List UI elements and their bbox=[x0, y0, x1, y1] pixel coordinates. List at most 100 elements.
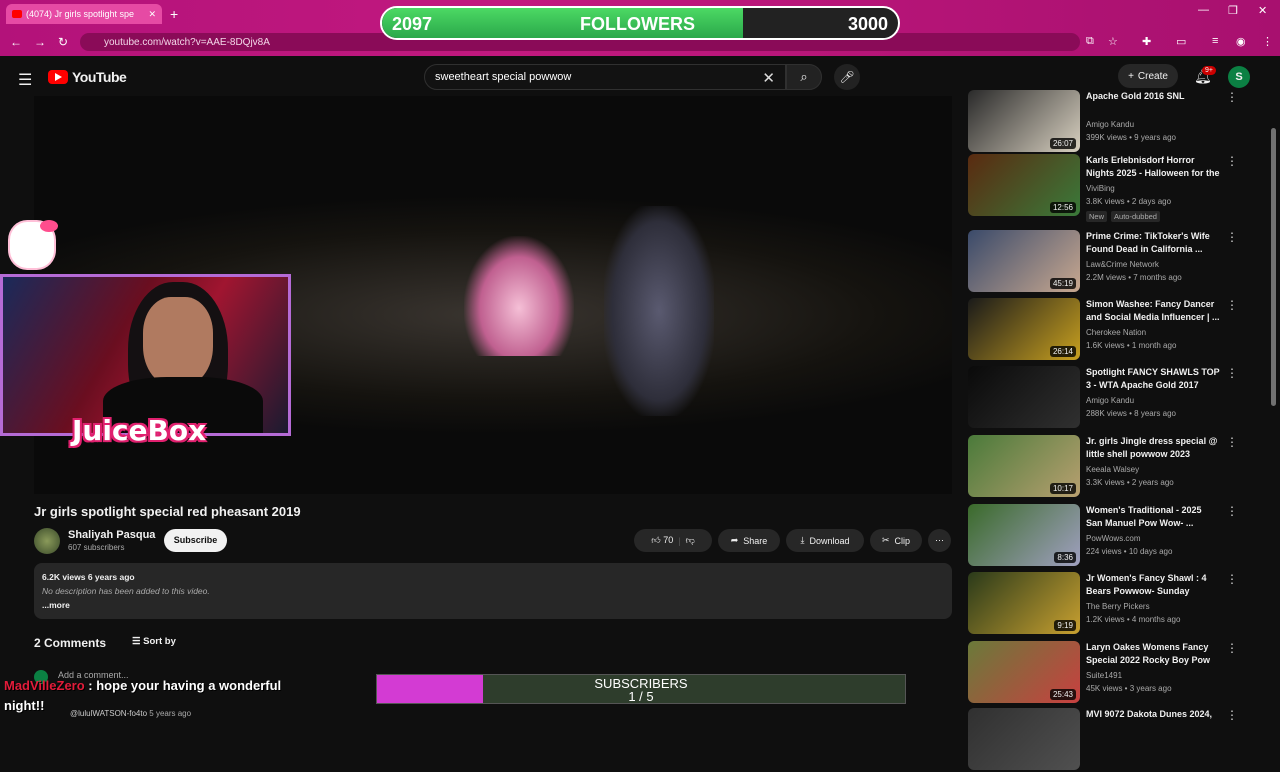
video-thumbnail[interactable]: 8:36 bbox=[968, 504, 1080, 566]
download-button[interactable]: ⤓ Download bbox=[786, 529, 864, 552]
subscribe-button[interactable]: Subscribe bbox=[164, 529, 227, 552]
forward-button[interactable]: → bbox=[34, 35, 46, 49]
share-button[interactable]: ➦ Share bbox=[718, 529, 780, 552]
recommended-video[interactable]: 26:07 Apache Gold 2016 SNL Amigo Kandu 399K… bbox=[968, 90, 1268, 154]
install-icon[interactable]: ⧉ bbox=[1086, 35, 1094, 48]
video-menu-icon[interactable]: ⋮ bbox=[1226, 366, 1238, 380]
back-button[interactable]: ← bbox=[10, 35, 22, 49]
reload-button[interactable]: ↻ bbox=[58, 35, 68, 49]
recommended-video[interactable]: 26:14 Simon Washee: Fancy Dancer and Soci… bbox=[968, 298, 1268, 362]
channel-name[interactable]: Shaliyah Pasqua bbox=[68, 529, 155, 541]
video-title[interactable]: Women's Traditional - 2025 San Manuel Po… bbox=[1086, 504, 1220, 530]
recommended-video[interactable]: Spotlight FANCY SHAWLS TOP 3 - WTA Apach… bbox=[968, 366, 1268, 430]
video-title[interactable]: Apache Gold 2016 SNL bbox=[1086, 90, 1220, 103]
video-menu-icon[interactable]: ⋮ bbox=[1226, 230, 1238, 244]
video-thumbnail[interactable]: 26:14 bbox=[968, 298, 1080, 360]
create-button[interactable]: + Create bbox=[1118, 64, 1178, 88]
recommended-video[interactable]: 12:56 Karls Erlebnisdorf Horror Nights 20… bbox=[968, 154, 1268, 222]
video-meta: 3.8K views • 2 days ago bbox=[1086, 197, 1172, 206]
recommended-video[interactable]: MVI 9072 Dakota Dunes 2024, ⋮ bbox=[968, 708, 1268, 772]
video-title[interactable]: MVI 9072 Dakota Dunes 2024, bbox=[1086, 708, 1220, 721]
video-menu-icon[interactable]: ⋮ bbox=[1226, 572, 1238, 586]
url-text: youtube.com/watch?v=AAE-8DQjv8A bbox=[104, 36, 270, 48]
recommended-video[interactable]: 8:36 Women's Traditional - 2025 San Manue… bbox=[968, 504, 1268, 568]
video-title[interactable]: Simon Washee: Fancy Dancer and Social Me… bbox=[1086, 298, 1220, 324]
minimize-button[interactable]: — bbox=[1198, 4, 1209, 16]
media-icon[interactable]: ≡ bbox=[1212, 35, 1218, 47]
more-actions-icon[interactable]: ⋯ bbox=[928, 529, 951, 552]
channel-avatar[interactable] bbox=[34, 528, 60, 554]
video-title[interactable]: Jr Women's Fancy Shawl : 4 Bears Powwow-… bbox=[1086, 572, 1220, 598]
browser-tab[interactable]: (4074) Jr girls spotlight spe ✕ bbox=[6, 4, 162, 24]
tab-close-icon[interactable]: ✕ bbox=[148, 9, 156, 20]
video-thumbnail[interactable] bbox=[968, 708, 1080, 770]
clip-button[interactable]: ✂ Clip bbox=[870, 529, 922, 552]
close-window-button[interactable]: ✕ bbox=[1258, 4, 1267, 17]
video-thumbnail[interactable]: 25:43 bbox=[968, 641, 1080, 703]
video-thumbnail[interactable]: 9:19 bbox=[968, 572, 1080, 634]
profile-icon[interactable]: ◉ bbox=[1236, 35, 1246, 48]
bookmark-star-icon[interactable]: ☆ bbox=[1108, 35, 1118, 48]
video-menu-icon[interactable]: ⋮ bbox=[1226, 90, 1238, 104]
video-menu-icon[interactable]: ⋮ bbox=[1226, 154, 1238, 168]
video-thumbnail[interactable] bbox=[968, 366, 1080, 428]
account-avatar[interactable]: S bbox=[1228, 66, 1250, 88]
video-channel[interactable]: Amigo Kandu bbox=[1086, 396, 1134, 405]
video-channel[interactable]: Keeala Walsey bbox=[1086, 465, 1139, 474]
cast-icon[interactable]: ▭ bbox=[1176, 35, 1186, 48]
video-tag: Auto-dubbed bbox=[1111, 211, 1160, 222]
streamer-webcam bbox=[0, 274, 291, 436]
video-title[interactable]: Jr. girls Jingle dress special @ little … bbox=[1086, 435, 1220, 461]
video-channel[interactable]: Suite1491 bbox=[1086, 671, 1122, 680]
video-title[interactable]: Laryn Oakes Womens Fancy Special 2022 Ro… bbox=[1086, 641, 1220, 667]
share-icon: ➦ bbox=[730, 535, 739, 545]
video-menu-icon[interactable]: ⋮ bbox=[1226, 298, 1238, 312]
video-channel[interactable]: Law&Crime Network bbox=[1086, 260, 1159, 269]
recommended-video[interactable]: 9:19 Jr Women's Fancy Shawl : 4 Bears Pow… bbox=[968, 572, 1268, 636]
recommended-video[interactable]: 10:17 Jr. girls Jingle dress special @ li… bbox=[968, 435, 1268, 499]
video-frame-dancer-2 bbox=[604, 206, 714, 416]
video-channel[interactable]: The Berry Pickers bbox=[1086, 602, 1150, 611]
video-title[interactable]: Spotlight FANCY SHAWLS TOP 3 - WTA Apach… bbox=[1086, 366, 1220, 392]
video-channel[interactable]: PowWows.com bbox=[1086, 534, 1141, 543]
video-thumbnail[interactable]: 10:17 bbox=[968, 435, 1080, 497]
sort-by-button[interactable]: ☰ Sort by bbox=[132, 636, 176, 647]
dislike-button[interactable]: 👎︎ bbox=[686, 535, 695, 546]
sort-label: Sort by bbox=[143, 636, 176, 647]
hamburger-menu-icon[interactable]: ☰ bbox=[18, 70, 32, 90]
video-duration: 10:17 bbox=[1049, 483, 1076, 494]
video-menu-icon[interactable]: ⋮ bbox=[1226, 641, 1238, 655]
subscriber-count: 607 subscribers bbox=[68, 543, 125, 552]
video-channel[interactable]: ViviBing bbox=[1086, 184, 1115, 193]
video-duration: 25:43 bbox=[1049, 689, 1076, 700]
video-menu-icon[interactable]: ⋮ bbox=[1226, 435, 1238, 449]
video-thumbnail[interactable]: 45:19 bbox=[968, 230, 1080, 292]
thumbs-up-icon: 👍︎ bbox=[651, 535, 661, 545]
video-channel[interactable]: Cherokee Nation bbox=[1086, 328, 1146, 337]
recommended-video[interactable]: 45:19 Prime Crime: TikToker's Wife Found … bbox=[968, 230, 1268, 294]
video-thumbnail[interactable]: 26:07 bbox=[968, 90, 1080, 152]
video-title[interactable]: Karls Erlebnisdorf Horror Nights 2025 - … bbox=[1086, 154, 1220, 180]
followers-current: 2097 bbox=[392, 14, 433, 34]
bow-icon bbox=[40, 220, 58, 232]
search-button[interactable]: ⌕ bbox=[786, 64, 822, 90]
recommended-video[interactable]: 25:43 Laryn Oakes Womens Fancy Special 20… bbox=[968, 641, 1268, 705]
more-link[interactable]: ...more bbox=[42, 600, 944, 610]
extensions-icon[interactable]: ✚ bbox=[1142, 35, 1151, 48]
description-box[interactable]: 6.2K views 6 years ago No description ha… bbox=[34, 563, 952, 619]
video-thumbnail[interactable]: 12:56 bbox=[968, 154, 1080, 216]
maximize-button[interactable]: ❐ bbox=[1228, 4, 1238, 17]
video-menu-icon[interactable]: ⋮ bbox=[1226, 504, 1238, 518]
scrollbar[interactable] bbox=[1271, 128, 1276, 406]
subscribers-label-block: SUBSCRIBERS 1 / 5 bbox=[377, 677, 905, 703]
search-input[interactable]: sweetheart special powwow ✕ bbox=[424, 64, 786, 90]
video-meta: 1.2K views • 4 months ago bbox=[1086, 615, 1181, 624]
youtube-logo[interactable]: YouTube bbox=[48, 69, 127, 85]
like-button[interactable]: 👍︎ 70 bbox=[651, 535, 673, 546]
video-channel[interactable]: Amigo Kandu bbox=[1086, 120, 1134, 129]
voice-search-icon[interactable]: 🎤︎ bbox=[834, 64, 860, 90]
new-tab-button[interactable]: + bbox=[170, 6, 178, 22]
clear-search-icon[interactable]: ✕ bbox=[762, 69, 775, 87]
browser-menu-icon[interactable]: ⋮ bbox=[1262, 35, 1273, 48]
video-title[interactable]: Prime Crime: TikToker's Wife Found Dead … bbox=[1086, 230, 1220, 256]
